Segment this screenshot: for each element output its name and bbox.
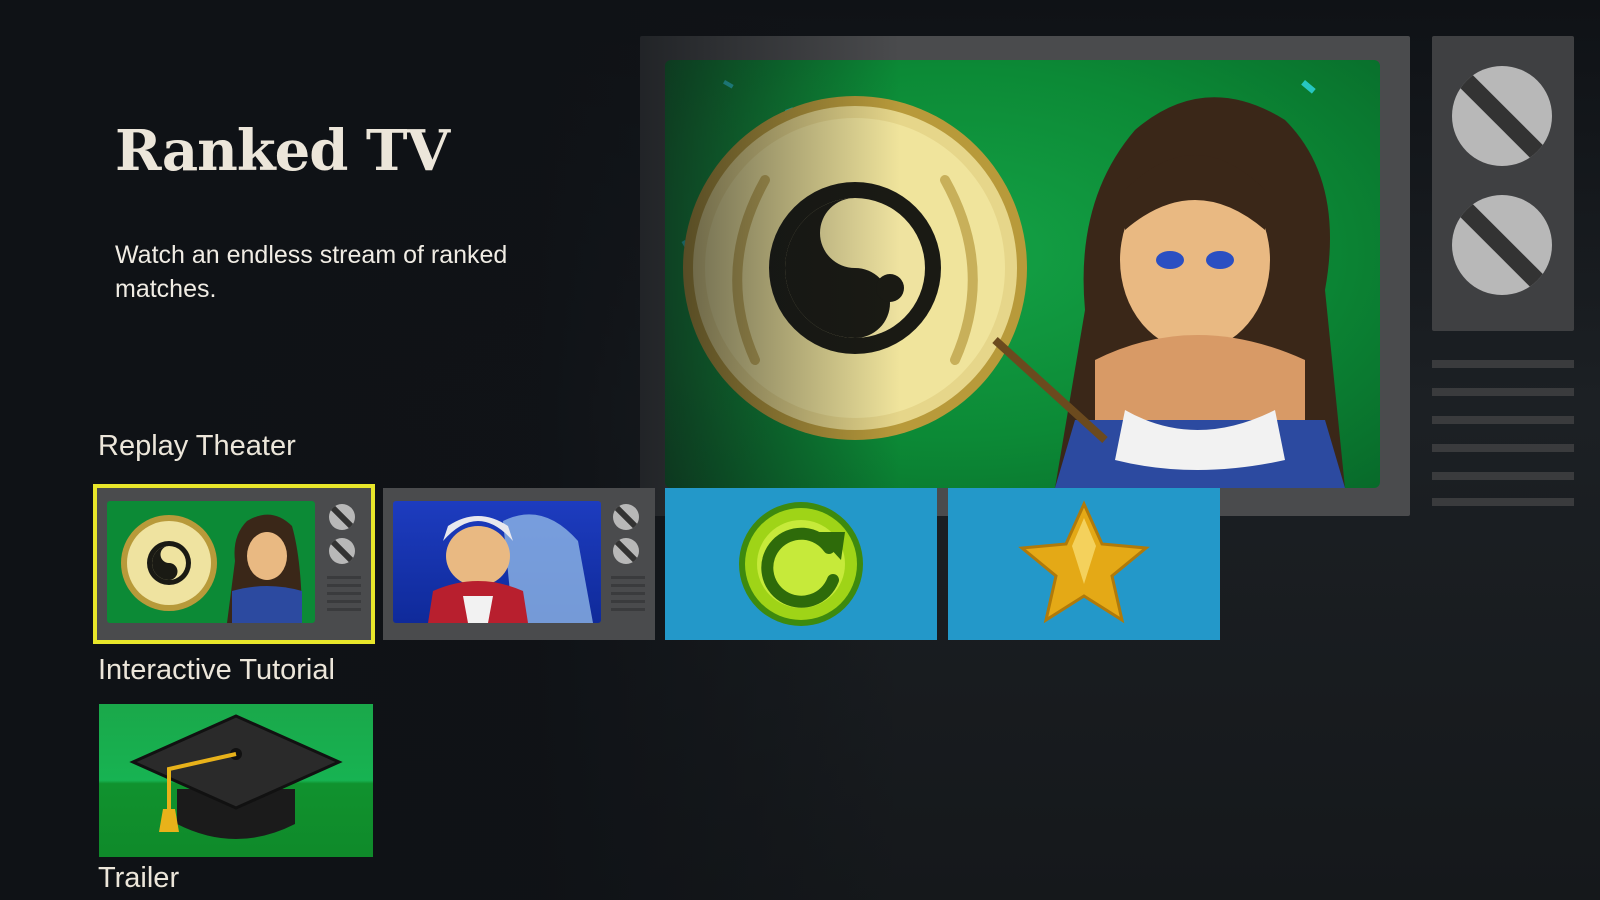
page-description: Watch an endless stream of ranked matche… <box>115 241 508 303</box>
tile-thumbnail <box>393 501 601 623</box>
graduation-cap-icon <box>129 714 343 839</box>
tv-knob-icon <box>329 538 355 564</box>
section-title-interactive-tutorial: Interactive Tutorial <box>98 654 335 686</box>
tv-grille <box>1432 416 1574 424</box>
section-title-replay-theater: Replay Theater <box>98 430 296 462</box>
tile-thumbnail <box>107 501 315 623</box>
tv-grille <box>1432 498 1574 506</box>
tv-grille <box>1432 388 1574 396</box>
tv-grille <box>1432 444 1574 452</box>
tile-ranked-tv[interactable] <box>93 484 375 644</box>
tv-knob-icon <box>1452 195 1552 295</box>
ranked-tv-screen: Ranked TV Watch an endless stream of ran… <box>0 0 1600 900</box>
page-title: Ranked TV <box>115 118 450 184</box>
character-thumbnail-icon <box>428 514 593 623</box>
tile-interactive-tutorial[interactable] <box>99 704 373 857</box>
refresh-icon <box>739 502 863 626</box>
ranked-coin-artwork <box>681 79 1345 488</box>
tv-knob-icon <box>1452 66 1552 166</box>
tv-knob-icon <box>613 538 639 564</box>
tv-grille <box>1432 472 1574 480</box>
tile-tv-side <box>323 498 363 628</box>
tile-replay-dragon-character[interactable] <box>383 488 655 640</box>
hero-preview-image <box>665 60 1380 488</box>
tile-favorites[interactable] <box>948 488 1220 640</box>
tile-tv-side <box>607 498 647 628</box>
tv-knob-icon <box>613 504 639 530</box>
star-icon <box>1018 500 1150 624</box>
ranked-coin-thumbnail-icon <box>121 514 302 623</box>
tv-knob-icon <box>329 504 355 530</box>
tv-grille <box>1432 360 1574 368</box>
section-title-trailer: Trailer <box>98 862 180 894</box>
tile-refresh[interactable] <box>665 488 937 640</box>
